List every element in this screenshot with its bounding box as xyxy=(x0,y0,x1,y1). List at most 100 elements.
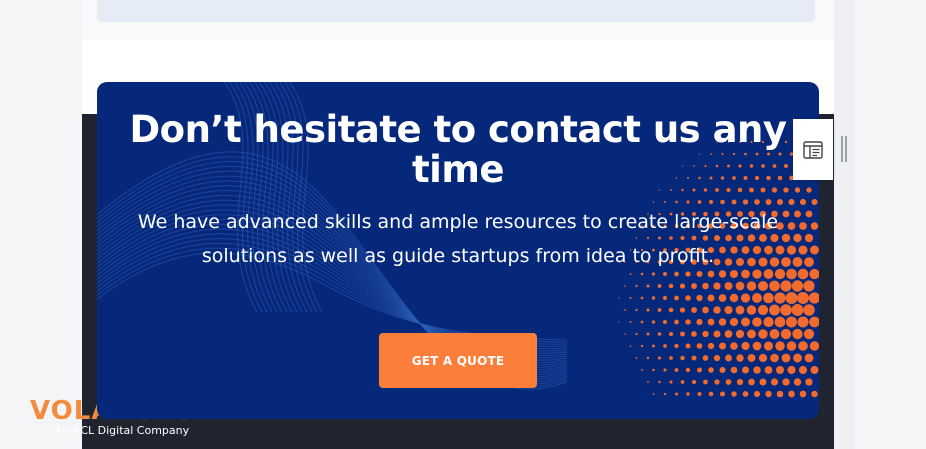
halftone-dot xyxy=(685,367,691,373)
halftone-dot xyxy=(635,332,638,336)
halftone-dot xyxy=(754,199,760,205)
halftone-dot xyxy=(647,381,649,383)
halftone-dot xyxy=(696,343,703,349)
halftone-dot xyxy=(729,293,739,303)
halftone-dot xyxy=(781,353,791,363)
halftone-dot xyxy=(788,390,795,398)
halftone-dot xyxy=(680,355,685,361)
halftone-dot xyxy=(691,379,697,385)
halftone-dot xyxy=(707,318,715,326)
halftone-dot xyxy=(758,353,768,363)
halftone-dot xyxy=(806,187,812,193)
halftone-dot xyxy=(785,292,798,304)
halftone-dot xyxy=(736,378,744,386)
halftone-dot xyxy=(641,369,643,371)
layout-panel-icon xyxy=(803,140,823,159)
halftone-dot xyxy=(804,233,814,243)
halftone-dot xyxy=(786,341,797,351)
halftone-dot xyxy=(674,343,679,349)
halftone-dot xyxy=(669,380,673,384)
halftone-dot xyxy=(640,296,644,300)
halftone-dot xyxy=(798,341,808,351)
halftone-dot xyxy=(686,200,690,204)
halftone-dot xyxy=(742,199,749,205)
halftone-dot xyxy=(713,354,721,362)
halftone-dot xyxy=(668,331,674,337)
halftone-dot xyxy=(658,380,661,384)
halftone-dot xyxy=(652,393,655,395)
halftone-dot xyxy=(675,200,678,204)
halftone-dot xyxy=(769,280,780,292)
halftone-dot xyxy=(646,308,650,312)
halftone-dot xyxy=(679,307,686,313)
cta-title: Don’t hesitate to contact us any time xyxy=(129,108,787,191)
halftone-dot xyxy=(774,316,786,328)
halftone-dot xyxy=(759,378,767,386)
halftone-dot xyxy=(685,343,691,349)
halftone-dot xyxy=(713,306,721,314)
halftone-dot xyxy=(697,391,702,397)
get-a-quote-button[interactable]: GET A QUOTE xyxy=(379,333,537,388)
halftone-dot xyxy=(799,222,807,230)
footer-tagline: An ACL Digital Company xyxy=(55,424,190,437)
side-panel-toggle[interactable] xyxy=(793,119,833,180)
halftone-dot xyxy=(746,281,757,291)
halftone-dot xyxy=(674,319,679,325)
halftone-dot xyxy=(746,305,757,315)
halftone-dot xyxy=(782,378,790,386)
halftone-dot xyxy=(809,268,819,280)
halftone-dot xyxy=(810,365,819,375)
halftone-dot xyxy=(785,316,798,328)
halftone-dot xyxy=(781,233,791,243)
halftone-dot xyxy=(640,272,644,276)
halftone-dot xyxy=(702,330,709,338)
halftone-dot xyxy=(799,390,807,398)
halftone-dot xyxy=(724,305,733,315)
halftone-dot xyxy=(646,332,650,336)
halftone-dot xyxy=(724,330,733,338)
halftone-dot xyxy=(646,284,650,288)
halftone-dot xyxy=(758,329,768,339)
halftone-dot xyxy=(702,282,709,290)
halftone-dot xyxy=(662,295,668,301)
halftone-dot xyxy=(640,320,644,324)
halftone-dot xyxy=(719,342,726,350)
halftone-dot xyxy=(770,378,779,386)
halftone-dot xyxy=(686,392,690,396)
halftone-dot xyxy=(731,391,737,397)
halftone-dot xyxy=(794,210,801,218)
halftone-dot xyxy=(663,392,667,396)
halftone-dot xyxy=(804,353,814,363)
halftone-dot xyxy=(657,284,662,288)
halftone-dot xyxy=(793,233,802,243)
halftone-dot xyxy=(769,304,780,316)
halftone-dot xyxy=(668,283,674,289)
halftone-dot xyxy=(811,390,818,398)
halftone-dot xyxy=(624,333,626,335)
halftone-dot xyxy=(803,304,815,316)
halftone-dot xyxy=(697,200,702,204)
halftone-dot xyxy=(735,329,745,339)
halftone-dot xyxy=(624,309,626,311)
halftone-dot xyxy=(805,210,813,218)
halftone-dot xyxy=(668,307,674,313)
halftone-dot xyxy=(657,356,662,360)
previous-card xyxy=(97,0,815,22)
halftone-dot xyxy=(740,293,751,303)
halftone-dot xyxy=(731,199,737,205)
halftone-dot xyxy=(724,282,733,290)
contact-cta-banner: Don’t hesitate to contact us any time We… xyxy=(97,82,819,419)
halftone-dot xyxy=(791,304,804,316)
halftone-dot xyxy=(708,367,714,373)
halftone-dot xyxy=(763,341,774,351)
halftone-dot xyxy=(776,390,784,398)
halftone-dot xyxy=(788,198,795,206)
halftone-dot xyxy=(798,245,808,255)
halftone-dot xyxy=(657,308,662,312)
halftone-dot xyxy=(691,331,697,337)
halftone-dot xyxy=(753,390,761,398)
halftone-dot xyxy=(651,320,656,324)
halftone-dot xyxy=(811,198,818,206)
drag-handle[interactable] xyxy=(841,136,847,162)
halftone-dot xyxy=(708,199,714,205)
